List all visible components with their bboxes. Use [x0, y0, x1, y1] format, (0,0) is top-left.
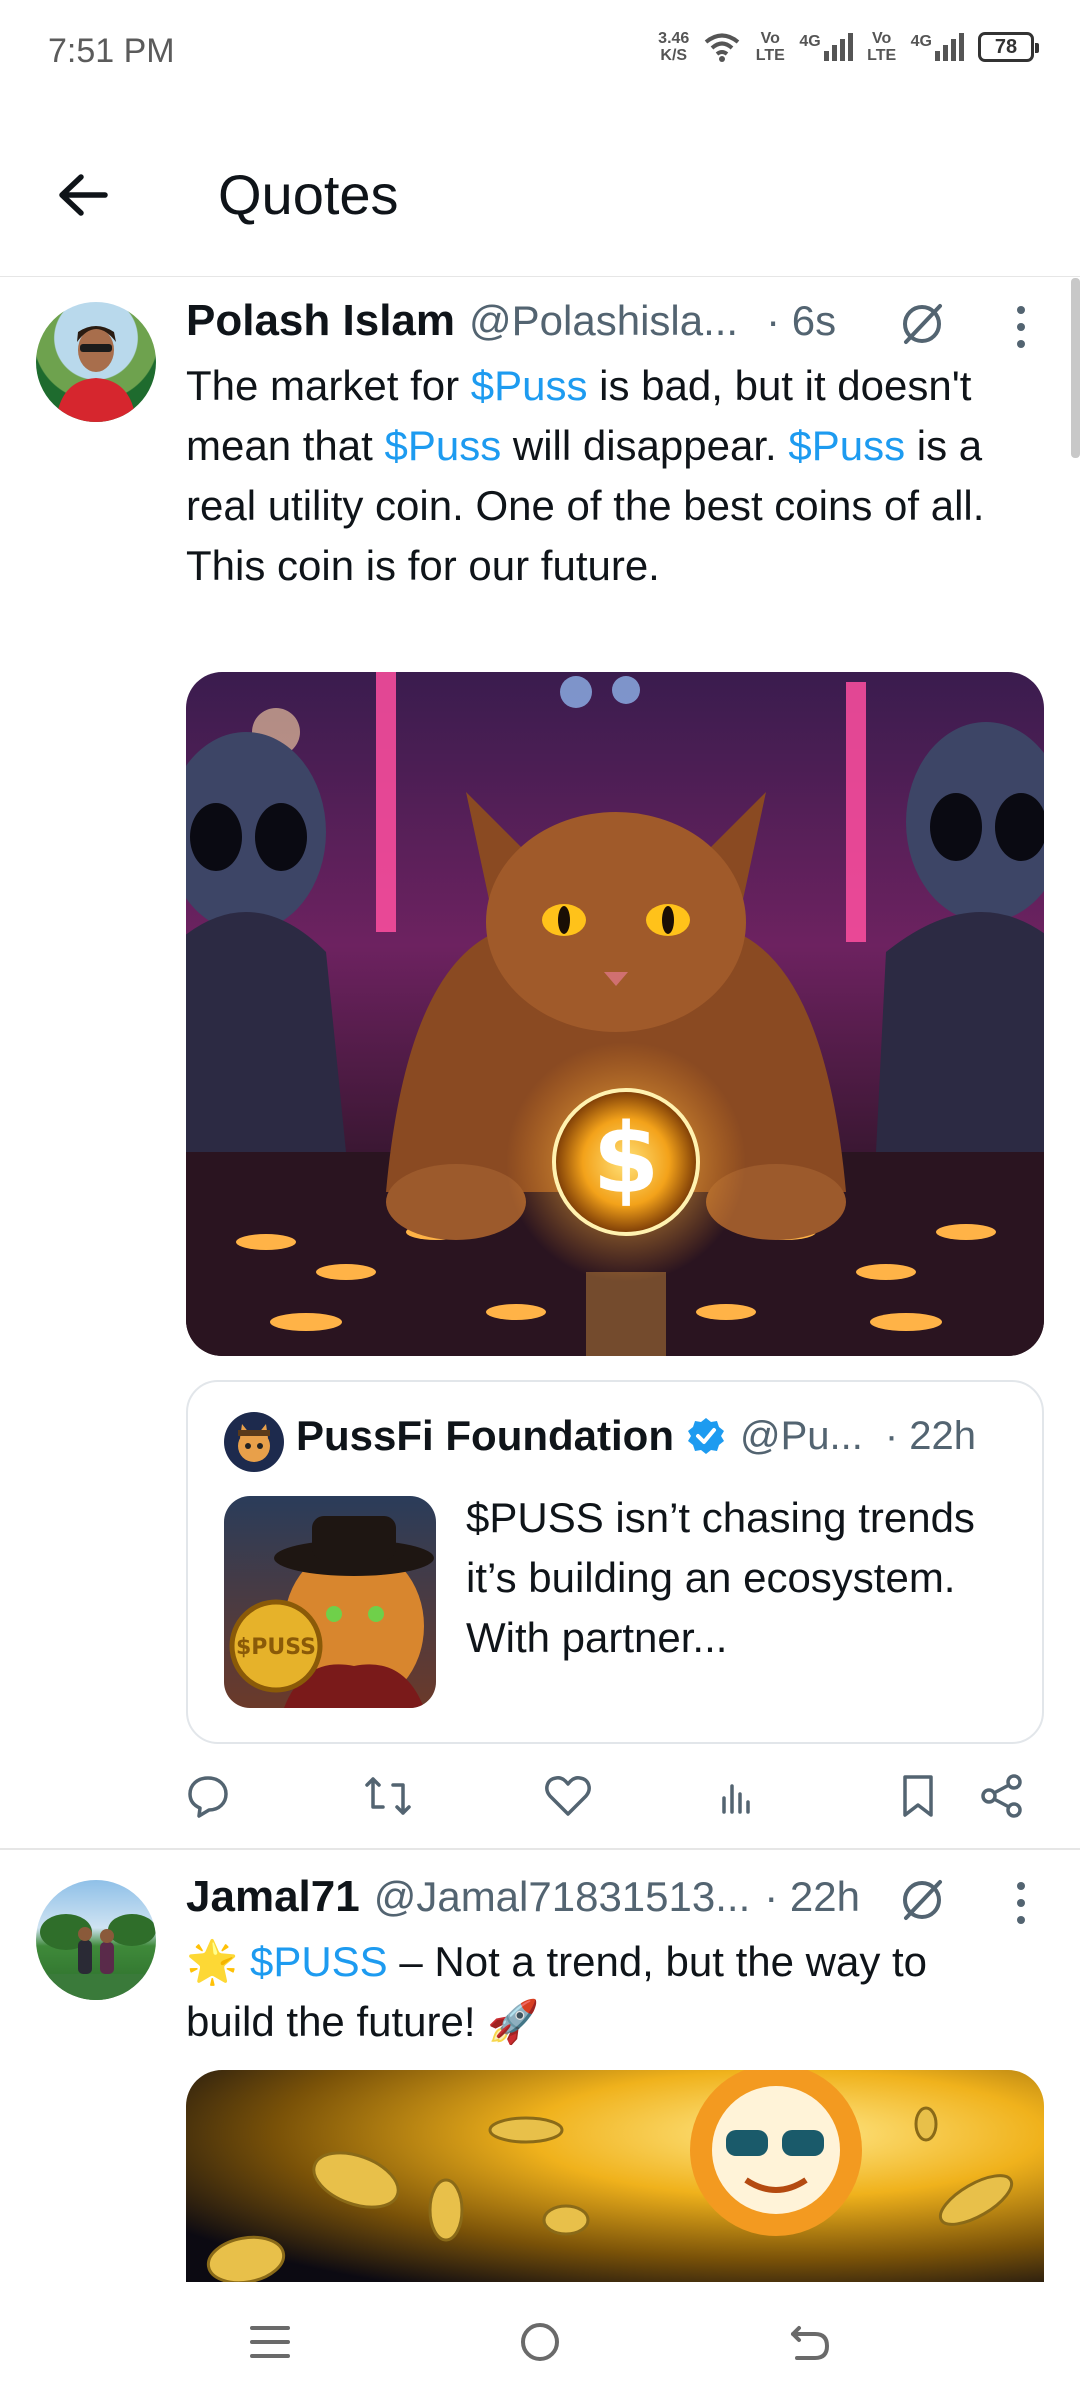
coin-symbol: $ [593, 1103, 660, 1215]
repost-button[interactable] [358, 1766, 418, 1826]
cashtag-link[interactable]: $PUSS [250, 1938, 388, 1985]
tweet-text: The market for $Puss is bad, but it does… [186, 356, 1026, 596]
quoted-author-handle: @Pu... [739, 1413, 863, 1458]
back-button[interactable] [48, 160, 118, 230]
signal-icon-1: 4G [799, 33, 853, 61]
quoted-time: · 22h [884, 1413, 977, 1458]
cat-logo-icon [238, 1424, 270, 1462]
sim2-net: 4G [910, 33, 932, 50]
status-bar: 7:51 PM 3.46 K/S Vo LTE 4G Vo LTE 4G 78 [0, 0, 1080, 110]
tweet-header: Jamal71 @Jamal71831513... · 22h [186, 1872, 906, 1932]
quoted-avatar[interactable] [224, 1412, 284, 1472]
tweet-1[interactable]: Polash Islam @Polashisla... · 6s The mar… [0, 278, 1080, 1848]
signal-icon-2: 4G [911, 33, 964, 61]
bookmark-icon [903, 1775, 933, 1817]
wifi-icon [705, 33, 740, 62]
tweet-time: · 6s [766, 297, 837, 344]
avatar[interactable] [36, 302, 156, 422]
cashtag-link[interactable]: $Puss [471, 362, 588, 409]
back-return-icon [791, 2326, 830, 2360]
arrow-left-icon [59, 174, 108, 216]
status-icons: 3.46 K/S Vo LTE 4G Vo LTE 4G 78 [658, 30, 1039, 64]
reply-button[interactable] [178, 1766, 238, 1826]
verified-badge-icon [687, 1418, 724, 1454]
menu-icon [250, 2326, 290, 2358]
reply-icon [188, 1776, 228, 1818]
share-button[interactable] [972, 1766, 1032, 1826]
grok-icon[interactable] [898, 1874, 948, 1924]
back-nav-button[interactable] [770, 2302, 850, 2382]
like-button[interactable] [538, 1766, 598, 1826]
battery-icon: 78 [978, 32, 1039, 62]
text-segment: The market for [186, 362, 471, 409]
analytics-icon [722, 1784, 750, 1814]
sim1-type: Vo LTE [755, 30, 785, 64]
rocket-emoji: 🚀 [487, 1998, 540, 2045]
quoted-text: $PUSS isn’t chasing trends it’s building… [466, 1494, 975, 1661]
cashtag-link[interactable]: $Puss [384, 422, 501, 469]
speed-unit: K/S [660, 47, 688, 64]
cashtag-link[interactable]: $Puss [788, 422, 905, 469]
bookmark-button[interactable] [888, 1766, 948, 1826]
speed-value: 3.46 [658, 30, 690, 47]
avatar[interactable] [36, 1880, 156, 2000]
network-speed: 3.46 K/S [658, 30, 689, 64]
author-handle[interactable]: @Polashisla... [469, 297, 738, 345]
tweet-time: · 22h [764, 1873, 860, 1920]
tweet-media-image[interactable] [186, 2070, 1044, 2282]
recent-apps-button[interactable] [230, 2302, 310, 2382]
home-circle-icon [521, 2323, 559, 2361]
avatar-image [36, 1914, 156, 2000]
grok-icon[interactable] [898, 298, 948, 348]
views-button[interactable] [708, 1766, 768, 1826]
cat-with-hat-image: $PUSS [229, 1516, 434, 1708]
status-time: 7:51 PM [48, 32, 175, 70]
header: Quotes [0, 110, 1080, 277]
star-emoji: 🌟 [186, 1938, 239, 1985]
system-nav-bar [0, 2282, 1080, 2400]
tweet-text: 🌟 $PUSS – Not a trend, but the way to bu… [186, 1932, 1026, 2052]
tweet-header: Polash Islam @Polashisla... · 6s [186, 296, 1006, 356]
quoted-tweet-card[interactable]: PussFi Foundation @Pu... · 22h $PUSS $PU… [186, 1380, 1044, 1744]
tweet-media-image[interactable]: $ [186, 672, 1044, 1356]
text-segment: will disappear. [501, 422, 789, 469]
sun-coins-artwork [206, 2070, 1014, 2282]
more-options-icon[interactable] [1006, 306, 1036, 348]
author-name[interactable]: Jamal71 [186, 1872, 360, 1922]
quoted-author-name: PussFi Foundation [296, 1412, 674, 1459]
cat-coin-artwork: $ [186, 672, 1044, 1356]
avatar-image [56, 326, 136, 422]
page-title: Quotes [218, 163, 399, 226]
home-button[interactable] [500, 2302, 580, 2382]
author-name[interactable]: Polash Islam [186, 296, 455, 346]
quoted-header: PussFi Foundation @Pu... · 22h [296, 1412, 1036, 1460]
tweet-2[interactable]: Jamal71 @Jamal71831513... · 22h 🌟 $PUSS … [0, 1850, 1080, 2282]
share-icon [981, 1774, 1022, 1818]
repost-icon [365, 1777, 411, 1815]
author-handle[interactable]: @Jamal71831513... [374, 1873, 751, 1921]
quoted-media-thumbnail[interactable]: $PUSS [224, 1496, 436, 1708]
coin-label: $PUSS [236, 1635, 316, 1660]
sim2-type: Vo LTE [867, 30, 897, 64]
sim1-net: 4G [799, 33, 821, 50]
battery-level: 78 [994, 35, 1018, 58]
heart-icon [545, 1776, 591, 1816]
more-options-icon[interactable] [1006, 1882, 1036, 1924]
